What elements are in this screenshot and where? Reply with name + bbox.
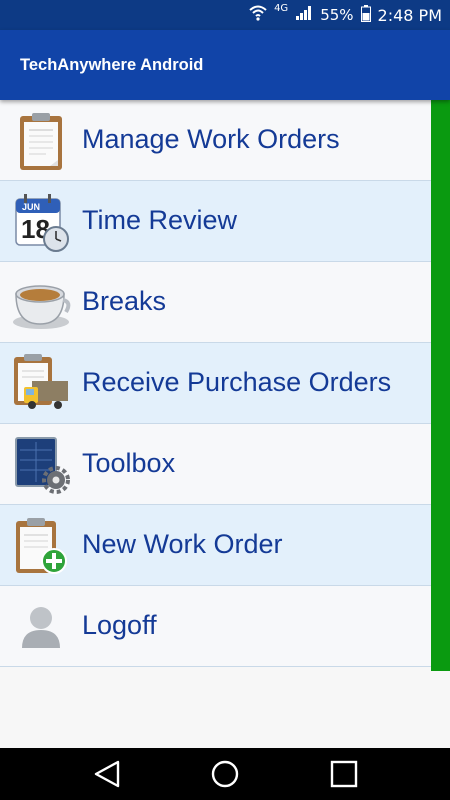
user-icon <box>10 596 72 658</box>
menu-label: New Work Order <box>82 529 283 559</box>
back-icon[interactable] <box>87 756 127 792</box>
recents-icon[interactable] <box>324 756 364 792</box>
home-icon[interactable] <box>205 756 245 792</box>
menu-item-logoff[interactable]: Logoff <box>0 586 431 667</box>
battery-icon <box>360 4 371 26</box>
calendar-clock-icon: JUN 18 <box>10 191 72 253</box>
menu-label: Toolbox <box>82 448 176 478</box>
signal-icon <box>295 5 313 25</box>
battery-percent: 55% <box>320 6 354 24</box>
clock: 2:48 PM <box>377 5 442 25</box>
main-menu: Manage Work Orders JUN 18 Time Review Br… <box>0 100 450 672</box>
clipboard-truck-icon <box>10 353 72 415</box>
status-bar: 4G 55% 2:48 PM <box>0 0 450 30</box>
clipboard-add-icon <box>10 515 72 577</box>
menu-label: Breaks <box>82 286 167 316</box>
status-indicator-bar <box>431 100 450 671</box>
menu-item-manage-work-orders[interactable]: Manage Work Orders <box>0 100 431 181</box>
menu-item-time-review[interactable]: JUN 18 Time Review <box>0 181 431 262</box>
menu-item-breaks[interactable]: Breaks <box>0 262 431 343</box>
app-title: TechAnywhere Android <box>20 56 204 74</box>
menu-label: Manage Work Orders <box>82 124 340 154</box>
app-bar: TechAnywhere Android <box>0 30 450 100</box>
menu-item-toolbox[interactable]: Toolbox <box>0 424 431 505</box>
menu-label: Logoff <box>82 610 157 640</box>
menu-item-receive-purchase-orders[interactable]: Receive Purchase Orders <box>0 343 431 424</box>
toolbox-gear-icon <box>10 434 72 496</box>
network-type: 4G <box>274 3 289 14</box>
system-nav-bar <box>0 748 450 800</box>
clipboard-icon <box>10 110 72 172</box>
menu-item-new-work-order[interactable]: New Work Order <box>0 505 431 586</box>
menu-label: Time Review <box>82 205 238 235</box>
menu-label: Receive Purchase Orders <box>82 367 392 397</box>
coffee-cup-icon <box>10 272 72 334</box>
wifi-icon <box>249 5 267 25</box>
calendar-month: JUN <box>22 202 40 212</box>
